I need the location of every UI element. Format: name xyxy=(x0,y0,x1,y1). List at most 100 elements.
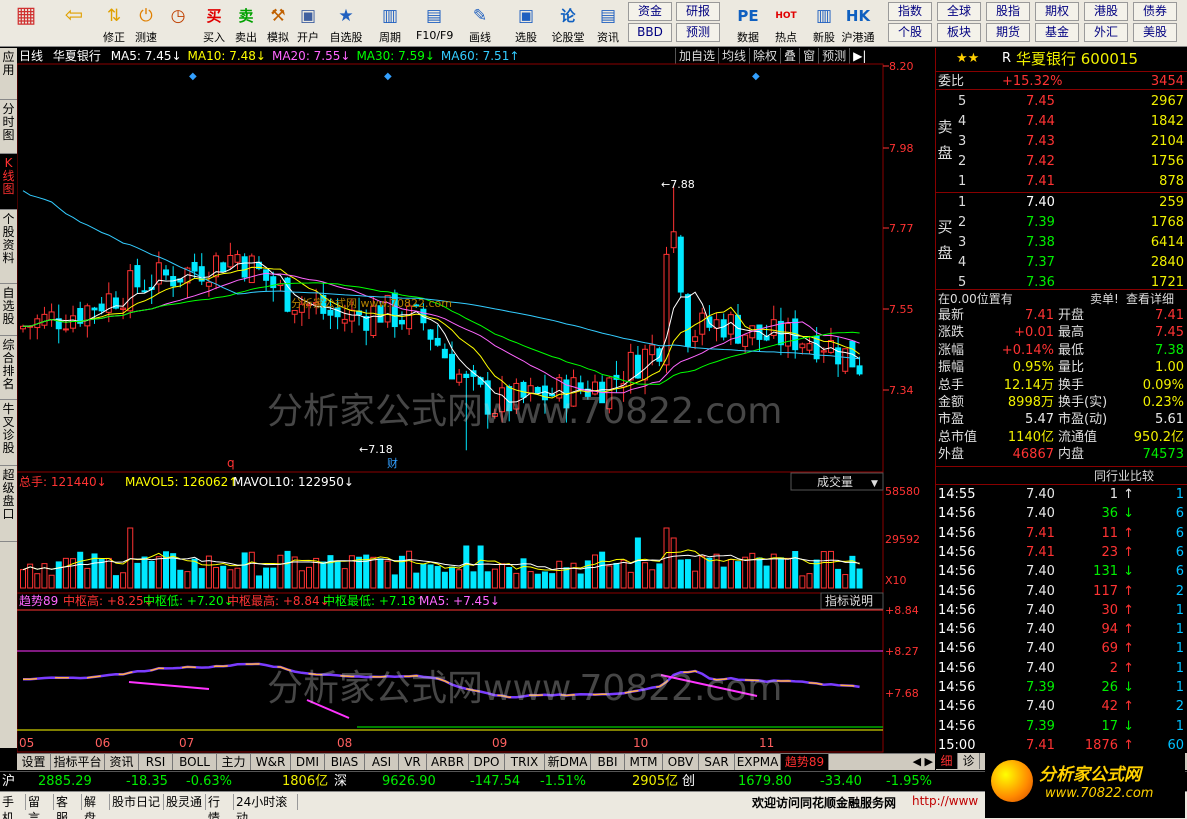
status-link-1[interactable]: 留言 xyxy=(26,794,54,819)
sell-level: 1 xyxy=(958,174,967,189)
toolbar-bars-button[interactable]: ▥ 周期 xyxy=(372,2,408,45)
toolbar-clock-button[interactable]: ◷ xyxy=(160,2,196,45)
quick-link-2[interactable]: BBD xyxy=(628,23,672,42)
favorite-stars-icon[interactable]: ★★ xyxy=(956,48,979,70)
indicator-tab-16[interactable]: MTM xyxy=(625,754,663,770)
compare-button[interactable]: 同行业比较 xyxy=(1094,467,1154,486)
sell-level-row[interactable]: 4 7.44 1842 xyxy=(936,112,1187,131)
indicator-tab-14[interactable]: 新DMA xyxy=(545,754,591,770)
indicator-tab-20[interactable]: 趋势89 xyxy=(781,754,829,770)
left-tab-1[interactable]: 分时图 xyxy=(0,100,17,154)
toolbar-glyph: 论 xyxy=(560,7,576,25)
indicator-tab-12[interactable]: DPO xyxy=(469,754,505,770)
left-tab-0[interactable]: 应用 xyxy=(0,48,17,100)
chart-canvas[interactable]: 8.207.987.777.557.34◆ ◆ ◆←7.88←7.18q 财分析家公式… xyxy=(17,48,935,753)
indicator-tab-17[interactable]: OBV xyxy=(663,754,699,770)
tab-scroll-icon[interactable]: ◀ ▶ xyxy=(913,754,933,770)
sell-level-row[interactable]: 3 7.43 2104 xyxy=(936,132,1187,151)
toolbar-btn-19-button[interactable]: HK 沪港通 xyxy=(840,2,876,45)
market-link-8[interactable]: 期货 xyxy=(986,23,1030,42)
finance-marker[interactable]: 财 xyxy=(387,456,398,470)
toolbar-updown-arrows-button[interactable]: ⇅ 修正 xyxy=(96,2,132,45)
toolbar-star-folder-button[interactable]: ★ 自选股 xyxy=(328,2,364,45)
left-tab-5[interactable]: 综合排名 xyxy=(0,336,17,400)
status-link-4[interactable]: 股市日记 xyxy=(110,794,164,810)
toolbar-screen-button[interactable]: ▣ 选股 xyxy=(508,2,544,45)
indicator-tab-19[interactable]: EXPMA xyxy=(735,754,781,770)
buy-level-row[interactable]: 2 7.39 1768 xyxy=(936,213,1187,232)
volume-bar xyxy=(127,527,134,589)
left-tab-7[interactable]: 超级盘口 xyxy=(0,466,17,542)
toolbar-doc-button[interactable]: ▤ F10/F9 xyxy=(416,2,453,45)
indicator-tab-8[interactable]: BIAS xyxy=(325,754,365,770)
left-tab-2[interactable]: K线图 xyxy=(0,154,17,210)
status-link-0[interactable]: 手机 xyxy=(0,794,26,819)
status-link-5[interactable]: 股灵通 xyxy=(164,794,206,810)
market-link-6[interactable]: 个股 xyxy=(888,23,932,42)
indicator-tab-9[interactable]: ASI xyxy=(365,754,399,770)
indicator-tab-13[interactable]: TRIX xyxy=(505,754,545,770)
market-link-2[interactable]: 股指 xyxy=(986,2,1030,21)
indicator-tab-5[interactable]: 主力 xyxy=(217,754,251,770)
left-tab-6[interactable]: 牛叉诊股 xyxy=(0,400,17,466)
indicator-tab-7[interactable]: DMI xyxy=(291,754,325,770)
cy-percent: -1.95% xyxy=(886,774,932,789)
status-link-2[interactable]: 客服 xyxy=(54,794,82,819)
toolbar-newspaper-button[interactable]: ▥ 新股 xyxy=(806,2,842,45)
kline-chart-panel[interactable]: 日线 华夏银行 MA5: 7.45↓ MA10: 7.48↓ MA20: 7.55↓… xyxy=(17,48,935,753)
left-tab-3[interactable]: 个股资料 xyxy=(0,210,17,284)
indicator-tab-3[interactable]: RSI xyxy=(139,754,173,770)
sell-level-row[interactable]: 2 7.42 1756 xyxy=(936,152,1187,171)
indicator-tab-10[interactable]: VR xyxy=(399,754,427,770)
indicator-tab-1[interactable]: 指标平台 xyxy=(51,754,105,770)
stat-label: 涨幅 xyxy=(938,342,965,358)
mavol10-line xyxy=(22,554,860,571)
stat-value: 0.09% xyxy=(1142,377,1184,393)
indicator-tab-0[interactable]: 设置 xyxy=(17,754,51,770)
toolbar-news-button[interactable]: ▤ 资讯 xyxy=(590,2,626,45)
left-tab-4[interactable]: 自选股 xyxy=(0,284,17,336)
market-link-11[interactable]: 美股 xyxy=(1133,23,1177,42)
indicator-tab-6[interactable]: W&R xyxy=(251,754,291,770)
sell-level-row[interactable]: 1 7.41 878 xyxy=(936,172,1187,191)
status-link-3[interactable]: 解盘 xyxy=(82,794,110,819)
market-link-0[interactable]: 指数 xyxy=(888,2,932,21)
sell-level-row[interactable]: 5 7.45 2967 xyxy=(936,92,1187,111)
toolbar-btn-14-button[interactable]: 论论股堂 xyxy=(550,2,586,45)
market-link-10[interactable]: 外汇 xyxy=(1084,23,1128,42)
toolbar-btn-5-button[interactable]: 买买入 xyxy=(196,2,232,45)
indicator-tab-2[interactable]: 资讯 xyxy=(105,754,139,770)
indicator-tab-4[interactable]: BOLL xyxy=(173,754,217,770)
status-link-7[interactable]: 24小时滚动 xyxy=(234,794,298,819)
detail-tab-1[interactable]: 诊 xyxy=(958,753,980,769)
toolbar-btn-17-button[interactable]: HOT 热点 xyxy=(768,2,804,45)
indicator-tab-11[interactable]: ARBR xyxy=(427,754,469,770)
buy-level-row[interactable]: 1 7.40 259 xyxy=(936,193,1187,212)
toolbar-pencil-button[interactable]: ✎ 画线 xyxy=(462,2,498,45)
buy-level-row[interactable]: 4 7.37 2840 xyxy=(936,253,1187,272)
status-link-6[interactable]: 行情 xyxy=(206,794,234,819)
toolbar-btn-6-button[interactable]: 卖卖出 xyxy=(228,2,264,45)
market-link-4[interactable]: 港股 xyxy=(1084,2,1128,21)
welcome-url[interactable]: http://www xyxy=(912,794,978,808)
candle-body xyxy=(205,281,212,287)
down-arrow-icon: ↓ xyxy=(1123,718,1134,734)
market-link-3[interactable]: 期权 xyxy=(1035,2,1079,21)
news-icon: ▤ xyxy=(599,6,617,26)
quick-link-0[interactable]: 资金 xyxy=(628,2,672,21)
market-link-9[interactable]: 基金 xyxy=(1035,23,1079,42)
toolbar-power-button[interactable]: ⏻ 测速 xyxy=(128,2,164,45)
toolbar-btn-16-button[interactable]: PE 数据 xyxy=(730,2,766,45)
market-link-5[interactable]: 债券 xyxy=(1133,2,1177,21)
quick-link-1[interactable]: 研报 xyxy=(676,2,720,21)
buy-level-row[interactable]: 3 7.38 6414 xyxy=(936,233,1187,252)
detail-tab-0[interactable]: 细 xyxy=(936,753,958,769)
toolbar-grid-button[interactable]: ▦ xyxy=(4,2,48,45)
indicator-tab-15[interactable]: BBI xyxy=(591,754,625,770)
toolbar-lock-button[interactable]: ▣ 开户 xyxy=(290,2,326,45)
market-link-1[interactable]: 全球 xyxy=(937,2,981,21)
indicator-tab-18[interactable]: SAR xyxy=(699,754,735,770)
toolbar-back-arrow-button[interactable]: ⇦ xyxy=(52,2,96,45)
quick-link-3[interactable]: 预测 xyxy=(676,23,720,42)
market-link-7[interactable]: 板块 xyxy=(937,23,981,42)
